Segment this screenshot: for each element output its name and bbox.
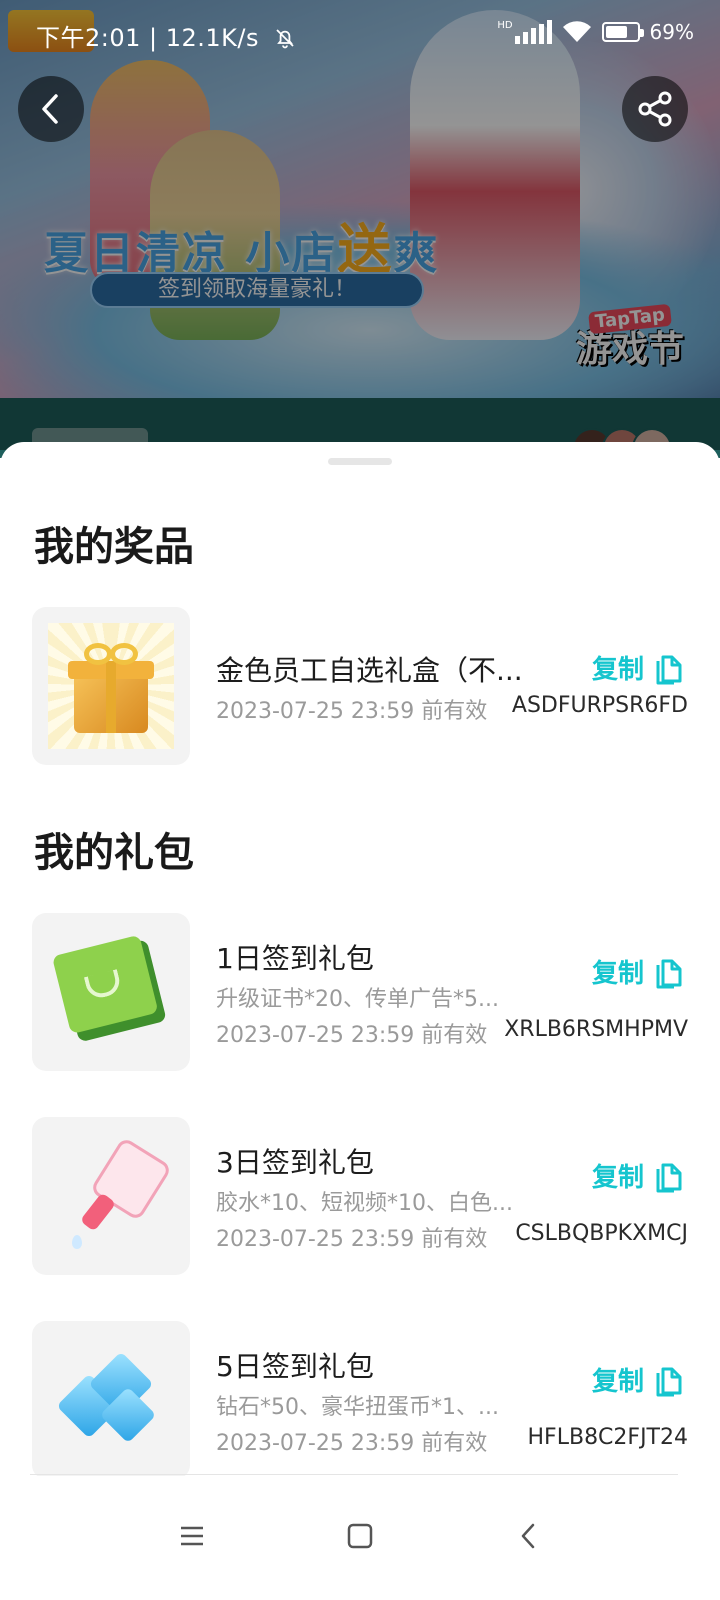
gift-code: HFLB8C2FJT24	[527, 1425, 688, 1450]
copy-label: 复制	[591, 655, 644, 685]
gift-item: 1日签到礼包 升级证书*20、传单广告*5... 2023-07-25 23:5…	[32, 913, 688, 1071]
glue-bottle-icon	[66, 1136, 173, 1263]
system-navigation-bar	[0, 1476, 720, 1600]
gift-name: 3日签到礼包	[216, 1146, 374, 1179]
gift-expiry: 2023-07-25 23:59 前有效	[216, 1227, 488, 1252]
chevron-left-icon	[42, 94, 58, 124]
share-button[interactable]	[622, 76, 688, 142]
copy-label: 复制	[591, 1163, 644, 1193]
status-bar: 下午2:01 | 12.1K/s HD 69%	[0, 0, 720, 70]
gift-name: 5日签到礼包	[216, 1350, 374, 1383]
prize-name: 金色员工自选礼盒（不...	[216, 654, 523, 687]
copy-icon	[656, 959, 682, 988]
prizes-section-title: 我的奖品	[34, 524, 194, 570]
gift-expiry: 2023-07-25 23:59 前有效	[216, 1431, 488, 1456]
drag-handle[interactable]	[328, 458, 392, 465]
gift-item: 3日签到礼包 胶水*10、短视频*10、白色... 2023-07-25 23:…	[32, 1117, 688, 1275]
menu-icon	[181, 1526, 203, 1546]
mute-bell-icon	[276, 29, 294, 49]
green-scroll-book-icon	[51, 932, 172, 1049]
copy-icon	[656, 655, 682, 684]
copy-button[interactable]: 复制	[592, 649, 684, 686]
prize-item: 金色员工自选礼盒（不... 2023-07-25 23:59 前有效 ASDFU…	[32, 607, 688, 765]
prize-thumbnail	[32, 607, 190, 765]
gift-item: 5日签到礼包 钻石*50、豪华扭蛋币*1、... 2023-07-25 23:5…	[32, 1321, 688, 1479]
gift-thumbnail	[32, 913, 190, 1071]
prize-code: ASDFURPSR6FD	[511, 693, 688, 718]
nav-menu-button[interactable]	[162, 1506, 222, 1566]
copy-label: 复制	[591, 1367, 644, 1397]
rewards-bottom-sheet: 我的奖品 金色员工自选礼盒（不... 2023-07-25 23:59 前有效 …	[0, 442, 720, 1502]
square-home-icon	[347, 1523, 373, 1549]
hd-label: HD	[497, 20, 513, 31]
copy-icon	[656, 1367, 682, 1396]
nav-home-button[interactable]	[330, 1506, 390, 1566]
copy-icon	[656, 1163, 682, 1192]
copy-label: 复制	[591, 959, 644, 989]
gift-desc: 胶水*10、短视频*10、白色...	[216, 1191, 513, 1216]
gift-expiry: 2023-07-25 23:59 前有效	[216, 1023, 488, 1048]
gift-code: CSLBQBPKXMCJ	[515, 1221, 688, 1246]
gift-thumbnail	[32, 1117, 190, 1275]
gift-thumbnail	[32, 1321, 190, 1479]
copy-button[interactable]: 复制	[592, 1157, 684, 1194]
signal-icon	[514, 20, 552, 44]
divider	[30, 1474, 678, 1475]
blue-diamonds-icon	[56, 1351, 164, 1445]
nav-back-button[interactable]	[498, 1506, 558, 1566]
gift-code: XRLB6RSMHPMV	[504, 1017, 688, 1042]
status-icons: HD 69%	[497, 20, 694, 44]
chevron-left-icon	[521, 1523, 535, 1549]
battery-fill	[605, 26, 627, 38]
wifi-icon	[562, 21, 591, 42]
gift-name: 1日签到礼包	[216, 942, 374, 975]
gifts-section-title: 我的礼包	[34, 830, 194, 876]
share-icon	[638, 91, 672, 127]
prize-expiry: 2023-07-25 23:59 前有效	[216, 699, 488, 724]
gift-box-icon	[48, 623, 174, 749]
gift-desc: 钻石*50、豪华扭蛋币*1、...	[216, 1395, 499, 1420]
copy-button[interactable]: 复制	[592, 1361, 684, 1398]
back-button[interactable]	[18, 76, 84, 142]
status-time: 下午2:01 | 12.1K/s	[36, 18, 297, 53]
gift-desc: 升级证书*20、传单广告*5...	[216, 987, 499, 1012]
copy-button[interactable]: 复制	[592, 953, 684, 990]
battery-percent: 69%	[649, 20, 694, 44]
battery-icon	[601, 22, 644, 42]
